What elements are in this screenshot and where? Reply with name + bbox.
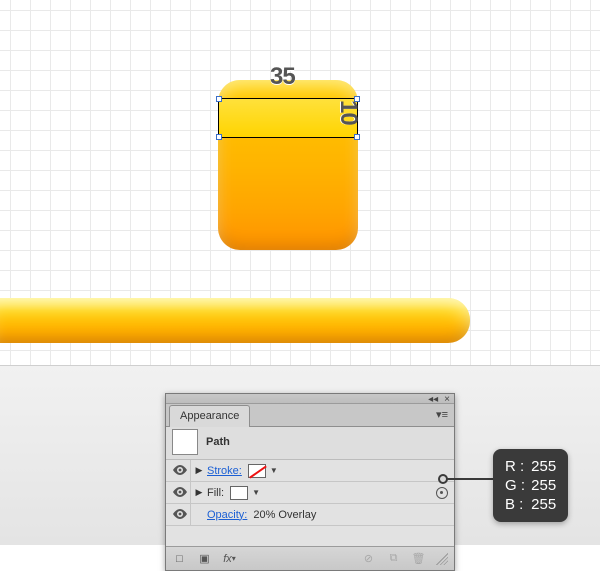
rgb-g-label: G :: [505, 476, 527, 495]
appearance-object-row[interactable]: Path: [166, 427, 454, 460]
callout-connector: [442, 478, 494, 480]
visibility-toggle-icon[interactable]: [169, 504, 191, 525]
tab-appearance[interactable]: Appearance: [169, 405, 250, 427]
appearance-attribute-list: ▶ Stroke: ▼ ▶ Fill: ▼ Opacity: 20% Ove: [166, 460, 454, 546]
object-type-label: Path: [206, 436, 230, 448]
rgb-g-value: 255: [531, 477, 556, 494]
attr-row-fill[interactable]: ▶ Fill: ▼: [166, 482, 454, 504]
anchor-bottom-left[interactable]: [216, 134, 222, 140]
panel-menu-icon[interactable]: ▾≡: [436, 408, 448, 421]
footer-duplicate-icon[interactable]: ⧉: [386, 551, 401, 566]
artboard-canvas[interactable]: 35 10: [0, 0, 600, 365]
anchor-bottom-right[interactable]: [354, 134, 360, 140]
footer-trash-icon[interactable]: 🗑: [411, 551, 426, 566]
panel-titlebar[interactable]: ◂◂ ×: [166, 394, 454, 404]
appearance-panel: ◂◂ × Appearance ▾≡ Path ▶ Stroke: ▼ ▶: [165, 393, 455, 571]
rgb-r-label: R :: [505, 457, 527, 476]
dimension-height-label: 10: [334, 100, 362, 125]
object-thumbnail: [172, 429, 198, 455]
rgb-callout: R : 255 G : 255 B : 255: [493, 449, 568, 522]
footer-fx-menu[interactable]: fx▾: [222, 551, 237, 566]
fill-label: Fill:: [207, 487, 224, 499]
panel-tabstrip: Appearance ▾≡: [166, 404, 454, 427]
anchor-top-left[interactable]: [216, 96, 222, 102]
dimension-width-label: 35: [270, 63, 295, 91]
opacity-value: 20% Overlay: [253, 509, 316, 521]
rgb-b-value: 255: [531, 496, 556, 513]
callout-anchor-dot: [438, 474, 448, 484]
appearance-panel-footer: □ ▣ fx▾ ⊘ ⧉ 🗑: [166, 546, 454, 570]
panel-resize-grip[interactable]: [436, 553, 448, 565]
footer-forbidden-icon[interactable]: ⊘: [361, 551, 376, 566]
appearance-empty-row: [166, 526, 454, 546]
attr-row-stroke[interactable]: ▶ Stroke: ▼: [166, 460, 454, 482]
visibility-toggle-icon[interactable]: [169, 482, 191, 503]
opacity-link[interactable]: Opacity:: [207, 509, 247, 521]
rgb-r-value: 255: [531, 458, 556, 475]
stroke-swatch-none[interactable]: [248, 464, 266, 478]
attr-row-opacity[interactable]: Opacity: 20% Overlay: [166, 504, 454, 526]
stroke-link[interactable]: Stroke:: [207, 465, 242, 477]
stroke-swatch-dropdown-icon[interactable]: ▼: [270, 466, 280, 475]
footer-clear-icon[interactable]: ▣: [197, 551, 212, 566]
fill-swatch-white[interactable]: [230, 486, 248, 500]
rgb-b-label: B :: [505, 495, 527, 514]
disclosure-icon[interactable]: ▶: [191, 487, 207, 498]
fill-swatch-dropdown-icon[interactable]: ▼: [252, 488, 262, 497]
visibility-toggle-icon[interactable]: [169, 460, 191, 481]
yellow-bar[interactable]: [0, 298, 470, 343]
footer-no-selection-icon[interactable]: □: [172, 551, 187, 566]
fx-target-icon[interactable]: [436, 487, 448, 499]
disclosure-icon[interactable]: ▶: [191, 465, 207, 476]
